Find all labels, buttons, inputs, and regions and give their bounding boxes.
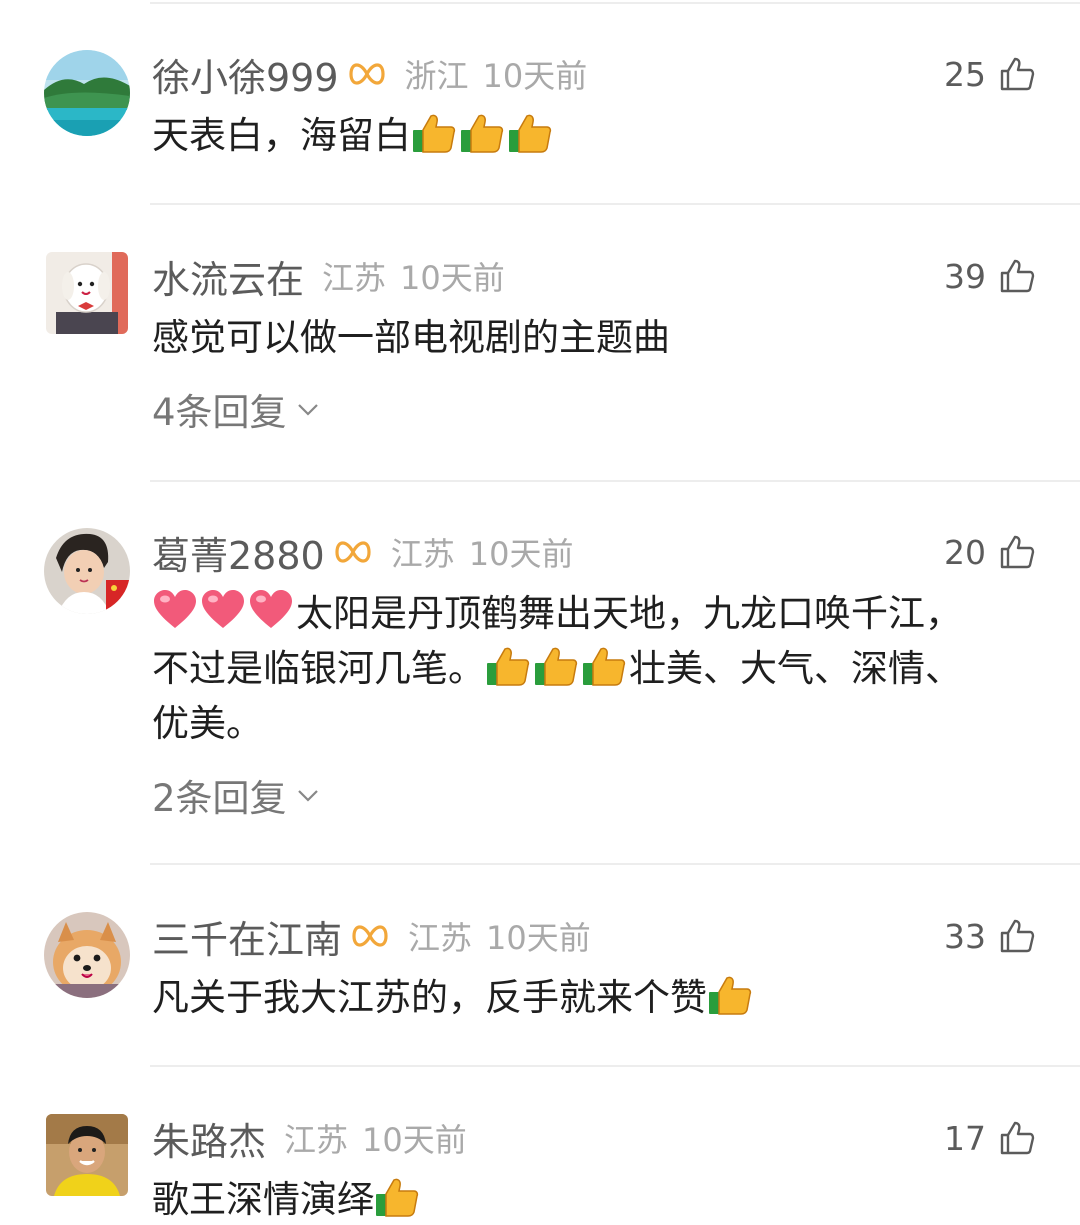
thumb-up-outline-icon	[1000, 535, 1035, 569]
avatar-cartoon-image	[46, 252, 128, 334]
comment-text: 天表白，海留白	[152, 108, 1020, 163]
comment-header: 三千在江南 江苏 10天前	[152, 912, 591, 962]
timestamp: 10天前	[468, 535, 574, 573]
like-count: 39	[944, 256, 986, 296]
divider	[150, 1065, 1080, 1067]
comment-header: 徐小徐999 浙江 10天前	[152, 50, 588, 100]
comment-item: 水流云在 江苏 10天前 39 感觉可以做一部电视剧的主题曲 4条回复	[0, 252, 1080, 462]
comment-text: 太阳是丹顶鹤舞出天地，九龙口唤千江， 不过是临银河几笔。 壮美、大气、深情、 优美…	[152, 586, 1020, 751]
comment-line: 太阳是丹顶鹤舞出天地，九龙口唤千江，	[152, 586, 1020, 641]
thumbs-up-emoji	[459, 110, 505, 154]
thumbs-up-emoji	[485, 643, 531, 687]
chevron-down-icon	[297, 790, 318, 802]
divider-top	[150, 2, 1080, 4]
location: 江苏	[390, 535, 455, 573]
like-button[interactable]: 39	[944, 252, 1036, 300]
avatar[interactable]	[46, 1114, 128, 1196]
replies-count: 2条回复	[152, 777, 287, 820]
comment-line: 不过是临银河几笔。 壮美、大气、深情、	[152, 641, 1020, 696]
avatar-dog-photo	[44, 912, 130, 998]
avatar-man-photo	[46, 1114, 128, 1196]
comment-item: 葛菁2880 江苏 10天前 20 太阳是丹顶鹤舞出天地，九龙口唤千江， 不过是…	[0, 528, 1080, 848]
heart-emoji	[152, 588, 198, 632]
comment-item: 徐小徐999 浙江 10天前 25 天表白，海留白	[0, 50, 1080, 190]
replies-count: 4条回复	[152, 391, 287, 434]
heart-emoji	[248, 588, 294, 632]
username[interactable]: 葛菁2880	[152, 525, 325, 580]
comment-header: 葛菁2880 江苏 10天前	[152, 528, 574, 578]
location: 江苏	[322, 259, 387, 297]
comment-header: 水流云在 江苏 10天前	[152, 252, 505, 302]
comment-text-part: 歌王深情演绎	[152, 1178, 374, 1221]
timestamp: 10天前	[486, 919, 591, 957]
divider	[150, 203, 1080, 205]
comment-text: 歌王深情演绎	[152, 1172, 1020, 1225]
avatar[interactable]	[44, 50, 130, 136]
thumb-up-outline-icon	[1000, 919, 1035, 953]
comment-text-part: 天表白，海留白	[152, 114, 411, 157]
heart-emoji	[200, 588, 246, 632]
thumb-up-outline-icon	[1000, 57, 1035, 91]
comment-item: 三千在江南 江苏 10天前 33 凡关于我大江苏的，反手就来个赞	[0, 912, 1080, 1052]
location: 江苏	[408, 919, 473, 957]
divider	[150, 863, 1080, 865]
like-count: 17	[944, 1118, 986, 1158]
view-replies-button[interactable]: 2条回复	[152, 770, 321, 820]
like-button[interactable]: 17	[944, 1114, 1036, 1162]
thumbs-up-emoji	[507, 110, 553, 154]
comment-item: 朱路杰 江苏 10天前 17 歌王深情演绎	[0, 1114, 1080, 1225]
username[interactable]: 三千在江南	[152, 909, 342, 964]
thumbs-up-emoji	[581, 643, 627, 687]
timestamp: 10天前	[362, 1121, 467, 1159]
chevron-down-icon	[297, 404, 318, 416]
timestamp: 10天前	[400, 259, 505, 297]
comment-text-part: 不过是临银河几笔。	[152, 647, 485, 690]
vip-infinity-badge-icon	[347, 58, 387, 90]
thumb-up-outline-icon	[1000, 1121, 1035, 1155]
avatar-landscape-image	[44, 50, 130, 136]
comment-text-part: 壮美、大气、深情、	[629, 647, 962, 690]
thumbs-up-emoji	[533, 643, 579, 687]
comment-line: 优美。	[152, 702, 263, 745]
like-count: 20	[944, 532, 986, 572]
like-button[interactable]: 33	[944, 912, 1036, 960]
vip-infinity-badge-icon	[333, 536, 373, 568]
like-count: 25	[944, 54, 986, 94]
comment-header: 朱路杰 江苏 10天前	[152, 1114, 467, 1164]
view-replies-button[interactable]: 4条回复	[152, 384, 321, 434]
comment-text-part: 凡关于我大江苏的，反手就来个赞	[152, 976, 707, 1019]
username[interactable]: 水流云在	[152, 249, 304, 304]
like-button[interactable]: 25	[944, 50, 1036, 98]
thumbs-up-emoji	[707, 972, 753, 1016]
avatar[interactable]	[46, 252, 128, 334]
avatar[interactable]	[44, 912, 130, 998]
username[interactable]: 徐小徐999	[152, 47, 339, 102]
thumbs-up-emoji	[374, 1174, 420, 1218]
avatar[interactable]	[44, 528, 130, 614]
vip-infinity-badge-icon	[350, 920, 390, 952]
timestamp: 10天前	[482, 57, 588, 95]
divider	[150, 480, 1080, 482]
like-button[interactable]: 20	[944, 528, 1036, 576]
username[interactable]: 朱路杰	[152, 1111, 266, 1166]
avatar-child-photo	[44, 528, 130, 614]
comment-text-part: 太阳是丹顶鹤舞出天地，九龙口唤千江，	[296, 592, 962, 635]
location: 江苏	[284, 1121, 349, 1159]
location: 浙江	[404, 57, 469, 95]
thumbs-up-emoji	[411, 110, 457, 154]
comment-text: 感觉可以做一部电视剧的主题曲	[152, 316, 670, 359]
thumb-up-outline-icon	[1000, 259, 1035, 293]
like-count: 33	[944, 916, 986, 956]
comment-text: 凡关于我大江苏的，反手就来个赞	[152, 970, 1020, 1025]
